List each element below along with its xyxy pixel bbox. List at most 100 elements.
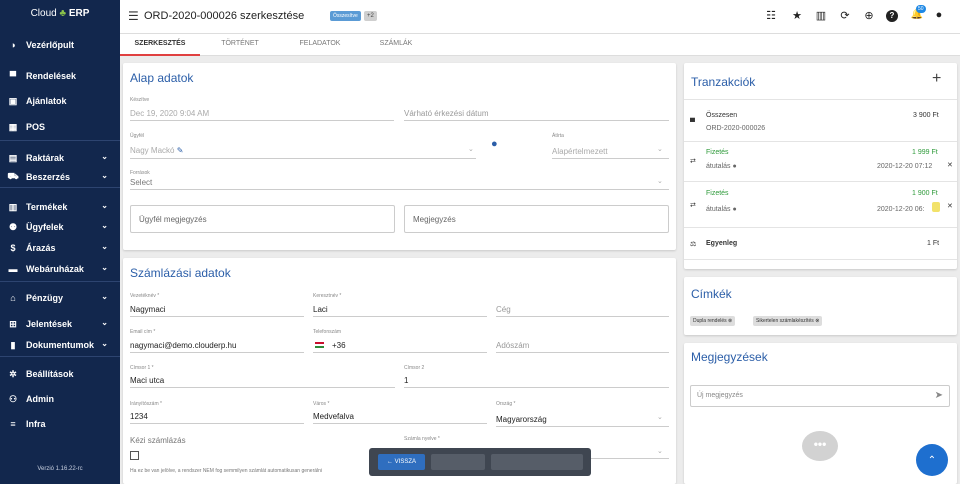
chevron-down-icon[interactable]: ⌄ bbox=[468, 145, 474, 153]
sidebar-item-pos[interactable]: ▦ POS bbox=[0, 116, 120, 138]
help-icon[interactable]: ? bbox=[886, 10, 898, 22]
chevron-down-icon[interactable]: ⌄ bbox=[101, 339, 108, 348]
email-input[interactable]: nagymaci@demo.clouderp.hu bbox=[130, 341, 236, 350]
lastname-input[interactable]: Nagymaci bbox=[130, 305, 166, 314]
chevron-down-icon[interactable]: ⌄ bbox=[101, 318, 108, 327]
close-icon[interactable]: ✕ bbox=[947, 161, 953, 169]
balance-icon: ⚖ bbox=[690, 241, 697, 248]
dashboard-icon: ◑ bbox=[10, 40, 16, 50]
agent-select[interactable]: Alapértelmezett bbox=[552, 147, 608, 156]
user-icon[interactable]: ● bbox=[932, 9, 946, 21]
app-logo[interactable]: Cloud ♣ ERP bbox=[0, 8, 120, 19]
balance-amount: 1 Ft bbox=[927, 240, 940, 247]
webshops-icon: ▬ bbox=[8, 264, 18, 274]
chevron-down-icon[interactable]: ⌄ bbox=[101, 201, 108, 210]
sidebar-item-dashboard[interactable]: ◑ Vezérlőpult bbox=[0, 34, 120, 56]
send-icon[interactable]: ➤ bbox=[935, 390, 943, 401]
sidebar-item-orders[interactable]: ▀ Rendelések bbox=[0, 65, 120, 87]
expected-date-field[interactable]: Várható érkezési dátum bbox=[404, 109, 489, 118]
sidebar-item-customers[interactable]: ⚉ Ügyfelek ⌄ bbox=[0, 216, 120, 238]
remove-tag-icon[interactable]: ⊗ bbox=[728, 318, 732, 324]
tag-chip[interactable]: Dupla rendelés ⊗ bbox=[690, 316, 736, 326]
customer-select[interactable]: Nagy Mackó ✎ bbox=[130, 146, 183, 155]
city-input[interactable]: Medvefalva bbox=[313, 412, 354, 421]
transfer-icon: ⇄ bbox=[690, 158, 696, 165]
phone-input[interactable]: +36 bbox=[332, 341, 346, 350]
sidebar-item-pricing[interactable]: $ Árazás ⌄ bbox=[0, 237, 120, 259]
addr2-input[interactable]: 1 bbox=[404, 376, 408, 385]
tag-chip[interactable]: Sikertelen számlakészítés ⊗ bbox=[753, 316, 823, 326]
sync-icon[interactable]: ⟳ bbox=[838, 9, 852, 22]
offers-icon: ▣ bbox=[8, 95, 18, 106]
person-icon: ● bbox=[732, 163, 737, 170]
chevron-down-icon[interactable]: ⌄ bbox=[101, 171, 108, 180]
close-icon[interactable]: ✕ bbox=[947, 202, 953, 210]
pricing-icon: $ bbox=[10, 243, 16, 253]
building-icon[interactable]: ▥ bbox=[814, 9, 828, 22]
chevron-down-icon[interactable]: ⌄ bbox=[101, 221, 108, 230]
transfer-icon: ⇄ bbox=[690, 202, 696, 209]
customer-note-field[interactable]: Ügyfél megjegyzés bbox=[130, 205, 395, 233]
tab-invoices[interactable]: SZÁMLÁK bbox=[376, 40, 416, 47]
sidebar-item-settings[interactable]: ✲ Beállítások bbox=[0, 363, 120, 385]
sidebar-item-purchasing[interactable]: ⛟ Beszerzés ⌄ bbox=[0, 166, 120, 188]
hungary-flag-icon[interactable] bbox=[315, 342, 324, 348]
divider bbox=[496, 426, 669, 427]
tab-history[interactable]: TÖRTÉNET bbox=[218, 40, 262, 47]
back-button[interactable]: ← VISSZA bbox=[378, 454, 425, 470]
source-select[interactable]: Select bbox=[130, 178, 152, 187]
logo-text: Cloud bbox=[30, 8, 57, 19]
person-icon[interactable]: ● bbox=[491, 138, 498, 150]
sidebar-item-reports[interactable]: ⊞ Jelentések ⌄ bbox=[0, 313, 120, 335]
firstname-input[interactable]: Laci bbox=[313, 305, 328, 314]
chevron-down-icon[interactable]: ⌄ bbox=[101, 263, 108, 272]
card-title: Tranzakciók bbox=[691, 75, 756, 89]
sidebar-item-documents[interactable]: ▮ Dokumentumok ⌄ bbox=[0, 334, 120, 356]
chevron-down-icon[interactable]: ⌄ bbox=[657, 177, 663, 185]
sidebar-item-products[interactable]: ▥ Termékek ⌄ bbox=[0, 196, 120, 218]
remove-tag-icon[interactable]: ⊗ bbox=[815, 318, 819, 324]
chevron-down-icon[interactable]: ⌄ bbox=[101, 242, 108, 251]
payment-method: átutalás ● bbox=[706, 163, 737, 170]
divider bbox=[496, 352, 669, 353]
addr1-input[interactable]: Maci utca bbox=[130, 376, 164, 385]
manual-billing-checkbox[interactable] bbox=[130, 451, 139, 460]
tab-edit[interactable]: SZERKESZTÉS bbox=[134, 40, 186, 47]
sidebar-item-label: Ajánlatok bbox=[26, 96, 67, 106]
sidebar-item-webshops[interactable]: ▬ Webáruházak ⌄ bbox=[0, 258, 120, 280]
sidebar-item-finance[interactable]: ⌂ Pénzügy ⌄ bbox=[0, 287, 120, 309]
sidebar-item-infra[interactable]: ≡ Infra bbox=[0, 413, 120, 435]
taxid-input[interactable]: Adószám bbox=[496, 341, 529, 350]
chevron-down-icon[interactable]: ⌄ bbox=[101, 292, 108, 301]
globe-icon[interactable]: ⊕ bbox=[862, 9, 876, 22]
status-badge: Összesítve bbox=[330, 11, 361, 21]
tags-card: Címkék bbox=[684, 277, 957, 335]
chevron-down-icon[interactable]: ⌄ bbox=[101, 152, 108, 161]
tab-bar: SZERKESZTÉS TÖRTÉNET FELADATOK SZÁMLÁK bbox=[120, 34, 960, 56]
sidebar-divider bbox=[0, 356, 120, 357]
divider bbox=[684, 181, 957, 182]
add-transaction-icon[interactable]: + bbox=[932, 70, 941, 88]
warning-icon[interactable] bbox=[932, 202, 940, 212]
zip-input[interactable]: 1234 bbox=[130, 412, 148, 421]
sidebar-item-admin[interactable]: ⚇ Admin bbox=[0, 388, 120, 410]
addr1-label: Címsor 1 * bbox=[130, 365, 154, 371]
chevron-down-icon[interactable]: ⌄ bbox=[657, 447, 663, 455]
divider bbox=[130, 158, 476, 159]
list-icon[interactable]: ☷ bbox=[764, 9, 778, 22]
country-select[interactable]: Magyarország bbox=[496, 415, 547, 424]
scroll-top-button[interactable]: ⌃ bbox=[916, 444, 948, 476]
chevron-down-icon[interactable]: ⌄ bbox=[657, 413, 663, 421]
chevron-down-icon[interactable]: ⌄ bbox=[657, 145, 663, 153]
new-note-input[interactable]: Új megjegyzés ➤ bbox=[690, 385, 950, 407]
company-input[interactable]: Cég bbox=[496, 305, 511, 314]
hamburger-icon[interactable]: ☰ bbox=[128, 9, 139, 23]
disabled-action-button bbox=[431, 454, 485, 470]
sidebar-item-offers[interactable]: ▣ Ajánlatok bbox=[0, 90, 120, 112]
payment-date: 2020-12-20 06: bbox=[877, 206, 925, 213]
star-icon[interactable]: ★ bbox=[790, 9, 804, 22]
tab-tasks[interactable]: FELADATOK bbox=[296, 40, 344, 47]
note-field[interactable]: Megjegyzés bbox=[404, 205, 669, 233]
divider bbox=[404, 387, 669, 388]
addr2-label: Címsor 2 bbox=[404, 365, 425, 371]
